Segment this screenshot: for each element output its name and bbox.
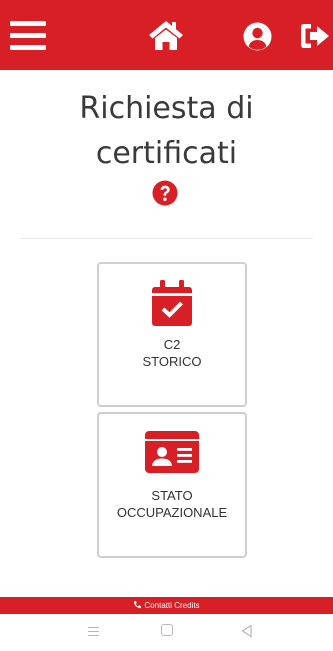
page-title-line: certificati — [95, 136, 238, 171]
menu-bar — [10, 21, 46, 26]
card-label: STATO OCCUPAZIONALE — [99, 487, 245, 521]
footer-label: Contatti Credits — [144, 601, 200, 610]
card-label: C2 STORICO — [99, 336, 245, 370]
nav-line — [88, 627, 99, 628]
nav-line — [88, 631, 99, 632]
card-label-line: STATO — [151, 488, 193, 503]
menu-bar — [10, 45, 46, 50]
certificate-c2-storico-button[interactable]: C2 STORICO — [97, 262, 247, 407]
home-square-icon[interactable] — [161, 624, 173, 636]
card-label-line: STORICO — [142, 354, 202, 369]
page-title-line: Richiesta di — [79, 91, 254, 126]
system-navigation-bar — [0, 614, 333, 651]
question-circle-icon[interactable] — [152, 180, 178, 206]
sign-out-icon[interactable] — [300, 22, 330, 50]
home-icon[interactable] — [147, 19, 185, 51]
calendar-check-icon — [152, 280, 192, 326]
phone-icon — [134, 600, 142, 609]
card-label-line: OCCUPAZIONALE — [116, 505, 228, 520]
nav-line — [88, 635, 99, 636]
user-circle-icon[interactable] — [243, 22, 272, 51]
id-card-icon — [145, 431, 199, 473]
card-label-line: C2 — [163, 337, 181, 352]
back-triangle-icon[interactable] — [240, 624, 254, 638]
hamburger-menu-icon[interactable] — [10, 21, 46, 51]
recent-apps-icon[interactable] — [88, 624, 102, 638]
page-title: Richiesta di certificati — [0, 86, 333, 176]
app-header — [0, 0, 333, 70]
menu-bar — [10, 33, 46, 38]
footer-contacts-link[interactable]: Contatti Credits — [0, 597, 333, 614]
certificate-stato-occupazionale-button[interactable]: STATO OCCUPAZIONALE — [97, 412, 247, 558]
section-divider — [20, 238, 313, 239]
